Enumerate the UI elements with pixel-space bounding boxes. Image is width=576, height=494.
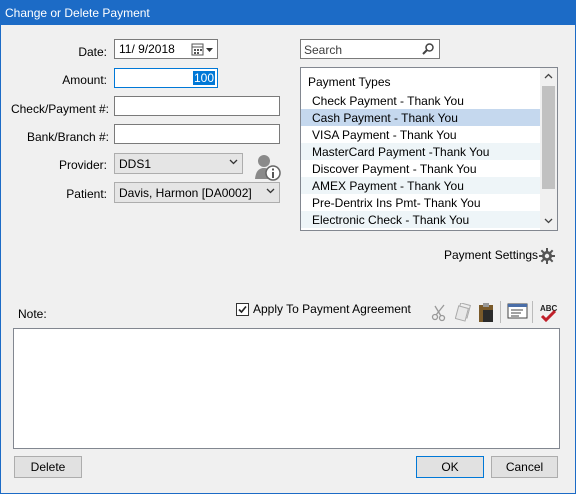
window-title: Change or Delete Payment [5, 6, 150, 20]
cancel-button[interactable]: Cancel [491, 456, 558, 478]
payment-type-item[interactable]: AMEX Payment - Thank You [301, 177, 541, 194]
payment-types-header: Payment Types [308, 75, 391, 89]
date-picker[interactable]: 11/ 9/2018 [114, 39, 218, 59]
payment-type-item[interactable]: Cash Payment - Thank You [301, 109, 541, 126]
patient-value: Davis, Harmon [DA0002] [119, 186, 252, 200]
date-label: Date: [78, 45, 107, 59]
note-textarea[interactable] [13, 328, 560, 449]
provider-info-icon[interactable] [253, 153, 281, 181]
search-input[interactable]: Search [300, 39, 440, 59]
chevron-down-icon [266, 188, 275, 194]
note-label: Note: [18, 307, 47, 321]
title-bar: Change or Delete Payment [1, 1, 575, 25]
bank-branch-field[interactable] [114, 124, 280, 144]
chevron-down-icon [229, 159, 238, 165]
search-icon[interactable] [422, 43, 434, 55]
payment-type-item[interactable]: VISA Payment - Thank You [301, 126, 541, 143]
bank-branch-label: Bank/Branch #: [26, 130, 109, 144]
provider-select[interactable]: DDS1 [114, 153, 243, 174]
amount-label: Amount: [62, 73, 107, 87]
ok-button[interactable]: OK [416, 456, 484, 478]
scrollbar-thumb[interactable] [542, 86, 555, 189]
spell-check-icon[interactable]: ABC [538, 303, 558, 323]
check-number-label: Check/Payment #: [10, 102, 109, 116]
payment-type-label: MasterCard Payment -Thank You [312, 145, 490, 159]
payment-settings-label: Payment Settings [444, 248, 539, 262]
toolbar-divider [532, 301, 533, 323]
copy-icon[interactable] [455, 303, 471, 322]
amount-value: 100 [192, 71, 215, 85]
scroll-down-icon[interactable] [544, 216, 553, 225]
checkmark-icon [238, 305, 247, 314]
toolbar-divider [500, 301, 501, 323]
payment-dialog: Change or Delete Payment Date: 11/ 9/201… [0, 0, 576, 494]
patient-label: Patient: [66, 187, 107, 201]
gear-icon[interactable] [539, 248, 555, 264]
payment-type-item[interactable]: Check Payment - Thank You [301, 92, 541, 109]
amount-field[interactable]: 100 [114, 68, 218, 88]
provider-value: DDS1 [119, 157, 152, 171]
paste-icon[interactable] [478, 302, 494, 323]
payment-type-label: Check Payment - Thank You [312, 94, 464, 108]
scroll-up-icon[interactable] [544, 72, 553, 81]
payment-types-list[interactable]: Payment Types Check Payment - Thank You C… [300, 67, 558, 231]
payment-type-item[interactable]: Discover Payment - Thank You [301, 160, 541, 177]
apply-agreement-label: Apply To Payment Agreement [253, 302, 411, 316]
list-scrollbar[interactable] [540, 68, 557, 230]
payment-type-item[interactable]: Pre-Dentrix Ins Pmt- Thank You [301, 194, 541, 211]
payment-type-label: Cash Payment - Thank You [312, 111, 458, 125]
payment-type-item[interactable]: MasterCard Payment -Thank You [301, 143, 541, 160]
date-value: 11/ 9/2018 [119, 42, 175, 56]
payment-type-label: Electronic Check - Thank You [312, 213, 470, 227]
cut-icon[interactable] [431, 304, 447, 322]
provider-label: Provider: [58, 158, 107, 172]
delete-button[interactable]: Delete [14, 456, 82, 478]
check-number-field[interactable] [114, 96, 280, 116]
patient-select[interactable]: Davis, Harmon [DA0002] [114, 182, 280, 203]
calendar-icon[interactable] [191, 43, 215, 56]
payment-type-label: Discover Payment - Thank You [312, 162, 477, 176]
apply-agreement-checkbox[interactable] [236, 303, 249, 316]
templates-icon[interactable] [507, 303, 529, 321]
payment-type-item[interactable]: Electronic Check - Thank You [301, 211, 541, 228]
payment-type-label: AMEX Payment - Thank You [312, 179, 464, 193]
payment-type-label: Pre-Dentrix Ins Pmt- Thank You [312, 196, 481, 210]
payment-type-label: VISA Payment - Thank You [312, 128, 457, 142]
search-placeholder: Search [304, 43, 343, 57]
